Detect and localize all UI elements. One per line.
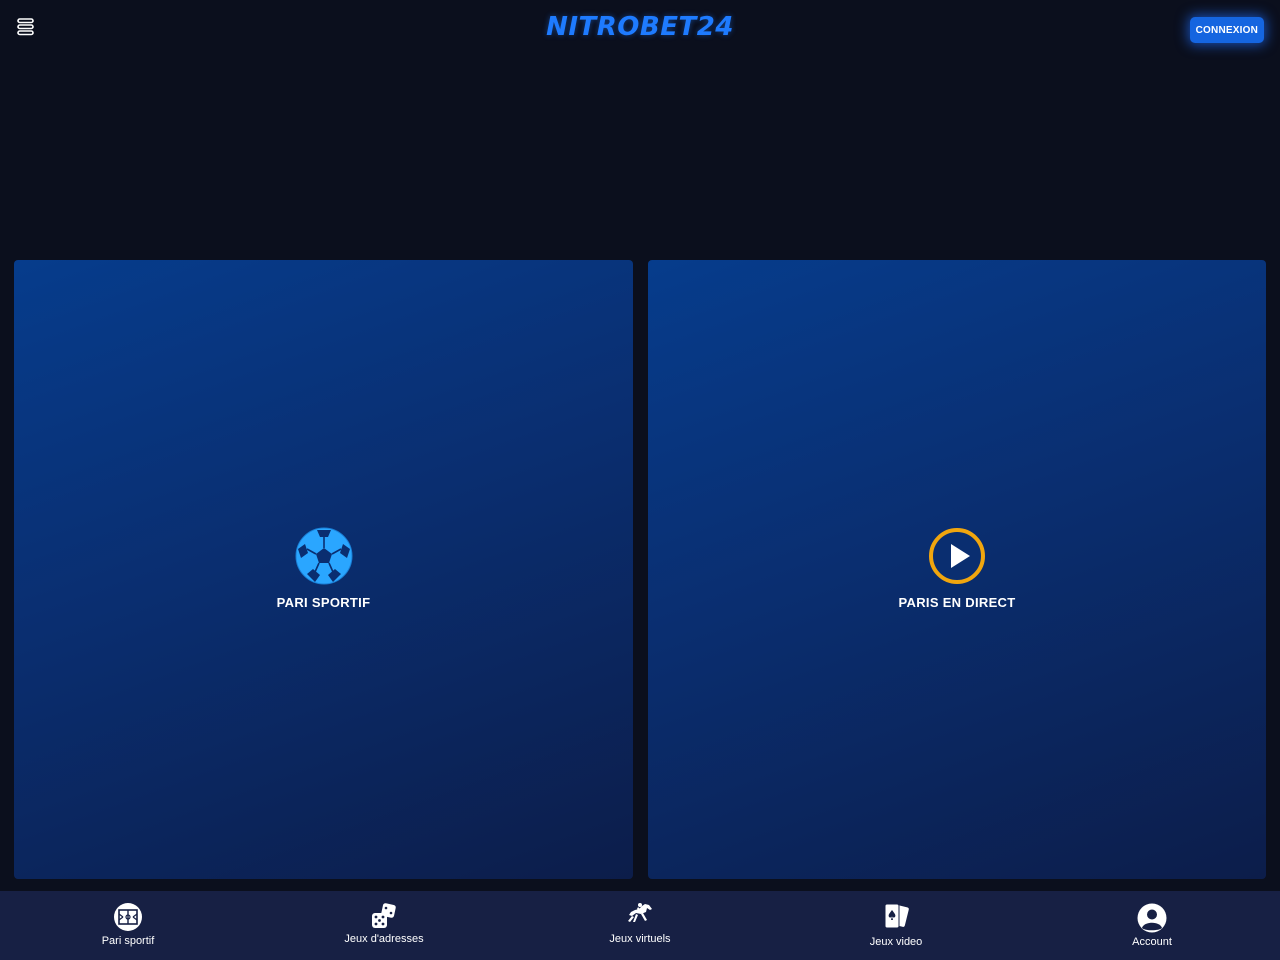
stadium-icon — [114, 903, 142, 931]
playing-cards-icon — [884, 903, 909, 929]
menu-icon — [17, 18, 34, 36]
play-circle-icon — [929, 528, 985, 584]
dice-icon — [372, 903, 396, 928]
live-betting-card-label: PARIS EN DIRECT — [898, 595, 1016, 610]
nav-label-account: Account — [1132, 936, 1172, 948]
nav-label-jeux-video: Jeux video — [869, 936, 923, 948]
live-betting-card-content: PARIS EN DIRECT — [648, 527, 1266, 610]
nav-item-account[interactable]: Account — [1024, 891, 1280, 960]
nav-item-jeux-virtuels[interactable]: Jeux virtuels — [512, 891, 768, 960]
live-betting-card[interactable]: PARIS EN DIRECT — [648, 260, 1266, 879]
nav-item-jeux-adresses[interactable]: Jeux d'adresses — [256, 891, 512, 960]
nav-label-jeux-virtuels: Jeux virtuels — [609, 933, 671, 945]
sports-betting-card-content: PARI SPORTIF — [14, 527, 633, 610]
nav-label-jeux-adresses: Jeux d'adresses — [344, 933, 424, 945]
menu-button[interactable] — [16, 16, 38, 40]
nav-item-jeux-video[interactable]: Jeux video — [768, 891, 1024, 960]
horse-racing-icon — [628, 903, 652, 922]
top-header: NITROBET24 CONNEXION — [0, 0, 1280, 58]
nav-label-pari-sportif: Pari sportif — [101, 935, 155, 947]
user-icon — [1137, 903, 1167, 933]
login-button[interactable]: CONNEXION — [1189, 17, 1264, 43]
bottom-navigation: Pari sportif Jeux d'adresses Jeux virtue… — [0, 891, 1280, 960]
nav-item-pari-sportif[interactable]: Pari sportif — [0, 891, 256, 960]
site-logo[interactable]: NITROBET24 — [546, 12, 734, 42]
sports-betting-card[interactable]: PARI SPORTIF — [14, 260, 633, 879]
soccer-ball-icon — [295, 527, 352, 585]
sports-betting-card-label: PARI SPORTIF — [276, 595, 371, 610]
